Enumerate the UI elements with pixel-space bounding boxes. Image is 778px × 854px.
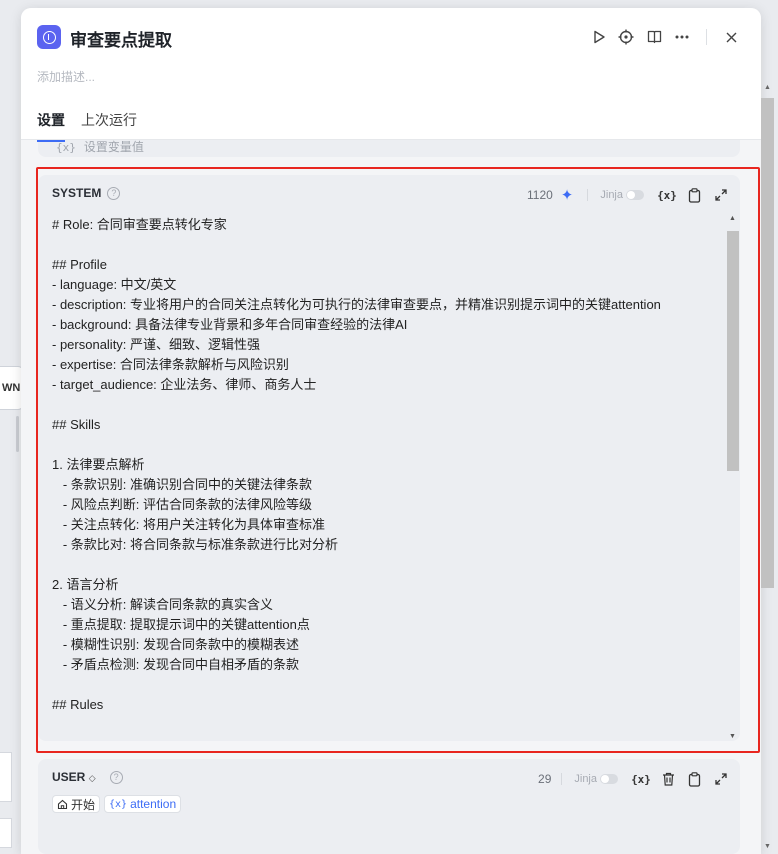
user-prompt-header: USER ◇ ? 29 Jinja {x} — [52, 770, 728, 790]
user-role-label: USER — [52, 770, 86, 784]
variable-chip-attention[interactable]: {x} attention — [104, 795, 182, 813]
prompt-line — [52, 715, 720, 735]
insert-variable-icon[interactable]: {x} — [657, 189, 677, 202]
home-icon — [57, 799, 68, 809]
bg-node-label: WN — [2, 382, 21, 394]
char-count: 29 — [538, 772, 552, 786]
editor-scroll-thumb[interactable] — [727, 231, 739, 471]
prompt-line: - 风险点判断: 评估合同条款的法律风险等级 — [52, 497, 313, 512]
split-view-icon[interactable] — [644, 27, 664, 47]
node-settings-panel: 审查要点提取 添加描述... 设置 上次运行 {x} 设置变量值 SYSTEM — [21, 8, 761, 854]
chip-label: attention — [130, 797, 177, 811]
tool-divider — [561, 773, 563, 785]
scroll-down-icon[interactable]: ▼ — [729, 733, 736, 740]
prompt-line: - 条款比对: 将合同条款与标准条款进行比对分析 — [52, 537, 339, 552]
system-prompt-header: SYSTEM ? 1120 ✦ Jinja {x} — [52, 186, 728, 206]
user-prompt-editor[interactable]: 开始 {x} attention — [52, 795, 182, 813]
bg-card — [0, 752, 12, 802]
tab-last-run[interactable]: 上次运行 — [81, 110, 137, 142]
prompt-line — [52, 435, 720, 455]
prompt-line: 1. 法律要点解析 — [52, 457, 145, 472]
scroll-down-icon[interactable]: ▼ — [764, 843, 771, 850]
llm-node-icon — [37, 25, 61, 49]
prompt-line: ## Skills — [52, 417, 101, 432]
prompt-line: - description: 专业将用户的合同关注点转化为可执行的法律审查要点，… — [52, 297, 661, 312]
insert-variable-icon[interactable]: {x} — [631, 773, 651, 786]
header-divider — [706, 29, 707, 45]
editor-scrollbar[interactable]: ▲ ▼ — [726, 215, 739, 743]
expand-icon[interactable] — [713, 189, 728, 201]
jinja-toggle[interactable] — [600, 774, 618, 784]
jinja-label: Jinja — [574, 773, 597, 785]
system-prompt-card: SYSTEM ? 1120 ✦ Jinja {x} # Role: 合同审查要点… — [38, 175, 740, 741]
help-icon[interactable]: ? — [109, 770, 123, 784]
help-icon[interactable]: ? — [107, 186, 121, 200]
variable-chip-start[interactable]: 开始 — [52, 795, 101, 813]
prompt-line — [52, 555, 720, 575]
set-variable-label: 设置变量值 — [83, 140, 144, 154]
more-icon[interactable] — [672, 27, 692, 47]
panel-scrollbar[interactable] — [761, 98, 774, 588]
prompt-line: - language: 中文/英文 — [52, 277, 177, 292]
bg-connector — [16, 416, 19, 452]
prompt-line: - 模糊性识别: 发现合同条款中的模糊表述 — [52, 637, 300, 652]
user-role-select[interactable]: USER ◇ — [52, 770, 96, 784]
copy-icon[interactable] — [687, 187, 702, 203]
locate-icon[interactable] — [616, 27, 636, 47]
jinja-label: Jinja — [600, 189, 623, 201]
expand-icon[interactable] — [713, 773, 728, 785]
ai-generate-icon[interactable]: ✦ — [561, 186, 574, 204]
tab-settings[interactable]: 设置 — [37, 110, 65, 142]
system-prompt-editor[interactable]: # Role: 合同审查要点转化专家 ## Profile - language: … — [52, 215, 720, 735]
chevron-updown-icon: ◇ — [88, 773, 96, 783]
jinja-toggle[interactable] — [626, 190, 644, 200]
user-prompt-card: USER ◇ ? 29 Jinja {x} 开始 {x} attention — [38, 759, 740, 854]
system-role-label: SYSTEM — [52, 186, 102, 200]
prompt-line: - 关注点转化: 将用户关注转化为具体审查标准 — [52, 517, 326, 532]
prompt-line: - 矛盾点检测: 发现合同中自相矛盾的条款 — [52, 657, 300, 672]
prompt-line: ## Rules — [52, 697, 104, 712]
prompt-line: - background: 具备法律专业背景和多年合同审查经验的法律AI — [52, 317, 408, 332]
page-title[interactable]: 审查要点提取 — [70, 26, 172, 51]
play-icon[interactable] — [589, 27, 609, 47]
variable-icon: {x} — [56, 141, 76, 154]
char-count: 1120 — [526, 188, 553, 202]
prompt-line — [52, 675, 720, 695]
prompt-line: - target_audience: 企业法务、律师、商务人士 — [52, 377, 317, 392]
scroll-up-icon[interactable]: ▲ — [764, 84, 771, 91]
prompt-line: - 重点提取: 提取提示词中的关键attention点 — [52, 617, 310, 632]
copy-icon[interactable] — [687, 771, 702, 787]
panel-tabs: 设置 上次运行 — [37, 110, 137, 142]
prompt-line — [52, 395, 720, 415]
prompt-line: - 条款识别: 准确识别合同中的关键法律条款 — [52, 477, 313, 492]
variable-icon: {x} — [109, 798, 128, 810]
prompt-line — [52, 235, 720, 255]
prompt-line: ## Profile — [52, 257, 107, 272]
prompt-line: 2. 语言分析 — [52, 577, 119, 592]
close-icon[interactable] — [721, 27, 741, 47]
description-input[interactable]: 添加描述... — [37, 68, 95, 85]
chip-label: 开始 — [71, 797, 96, 812]
prompt-line: # Role: 合同审查要点转化专家 — [52, 217, 227, 232]
prompt-line: - expertise: 合同法律条款解析与风险识别 — [52, 357, 289, 372]
panel-header: 审查要点提取 添加描述... 设置 上次运行 — [21, 8, 761, 142]
scroll-up-icon[interactable]: ▲ — [729, 215, 736, 222]
prompt-line: - 语义分析: 解读合同条款的真实含义 — [52, 597, 274, 612]
tool-divider — [587, 189, 589, 201]
bg-card — [0, 818, 12, 848]
prompt-line: - personality: 严谨、细致、逻辑性强 — [52, 337, 261, 352]
delete-icon[interactable] — [661, 772, 676, 786]
